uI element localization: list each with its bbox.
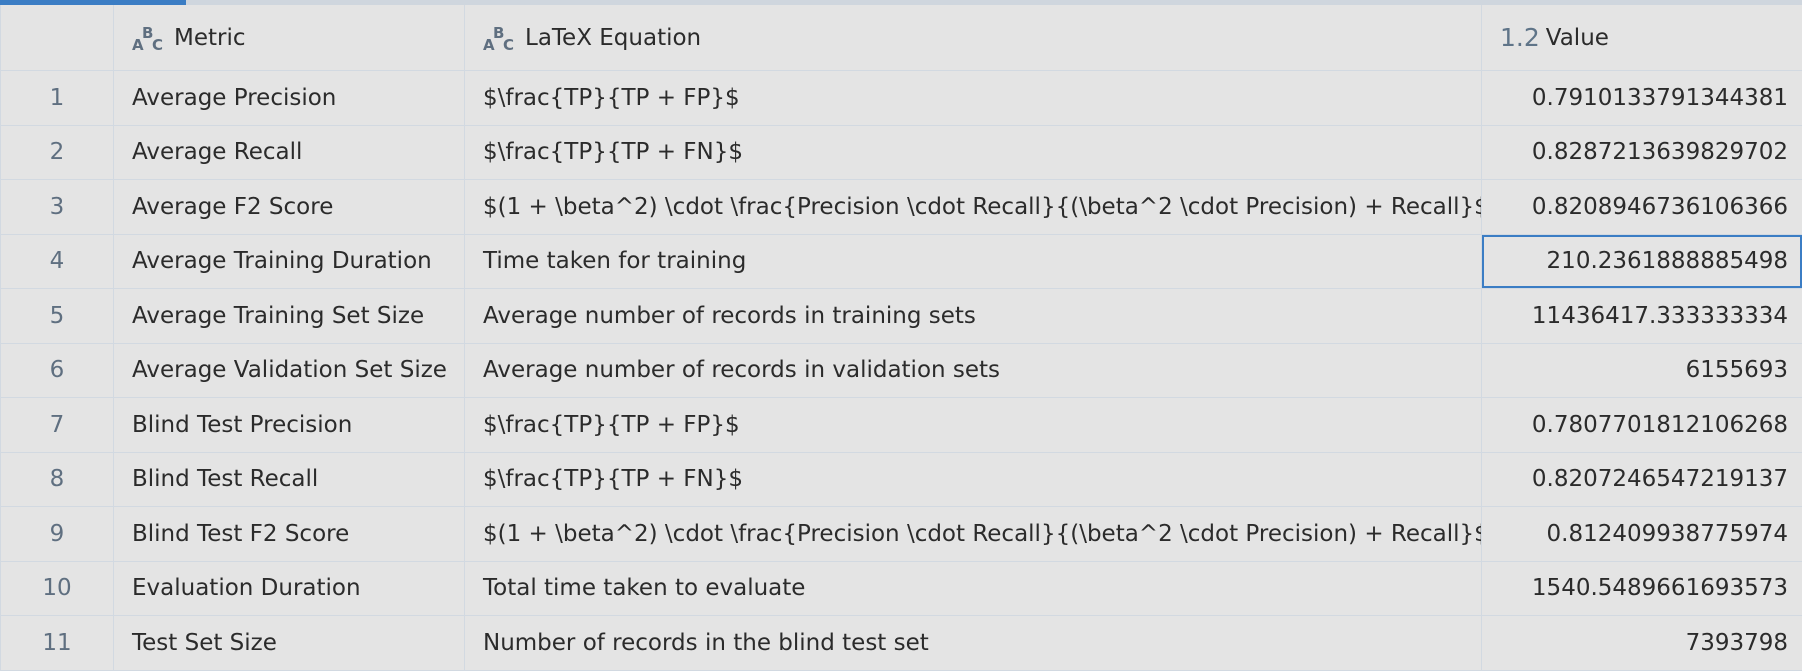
equation-cell[interactable]: Average number of records in validation … bbox=[465, 343, 1482, 397]
metric-cell[interactable]: Average Recall bbox=[114, 125, 465, 179]
equation-cell[interactable]: Number of records in the blind test set bbox=[465, 616, 1482, 670]
metric-cell[interactable]: Test Set Size bbox=[114, 616, 465, 670]
index-header[interactable] bbox=[0, 5, 114, 70]
equation-cell[interactable]: $(1 + \beta^2) \cdot \frac{Precision \cd… bbox=[465, 507, 1482, 561]
table-row: 2 Average Recall $\frac{TP}{TP + FN}$ 0.828… bbox=[0, 125, 1802, 180]
row-index[interactable]: 8 bbox=[0, 452, 114, 506]
row-index[interactable]: 4 bbox=[0, 234, 114, 288]
metric-cell[interactable]: Evaluation Duration bbox=[114, 561, 465, 615]
equation-cell[interactable]: $\frac{TP}{TP + FN}$ bbox=[465, 125, 1482, 179]
equation-header[interactable]: ABC LaTeX Equation bbox=[465, 5, 1482, 70]
metric-cell[interactable]: Blind Test Recall bbox=[114, 452, 465, 506]
header-row: ABC Metric ABC LaTeX Equation 1.2 Value bbox=[0, 5, 1802, 71]
value-cell[interactable]: 0.812409938775974 bbox=[1482, 507, 1802, 561]
value-header-label: Value bbox=[1545, 24, 1609, 51]
metric-cell[interactable]: Average F2 Score bbox=[114, 180, 465, 234]
equation-cell[interactable]: $\frac{TP}{TP + FP}$ bbox=[465, 398, 1482, 452]
metric-cell[interactable]: Average Validation Set Size bbox=[114, 343, 465, 397]
value-cell[interactable]: 11436417.333333334 bbox=[1482, 289, 1802, 343]
value-cell[interactable]: 0.8207246547219137 bbox=[1482, 453, 1802, 507]
value-header[interactable]: 1.2 Value bbox=[1482, 5, 1802, 70]
row-index[interactable]: 10 bbox=[0, 561, 114, 615]
metric-cell[interactable]: Average Training Duration bbox=[114, 234, 465, 288]
table-row: 4 Average Training Duration Time taken for… bbox=[0, 234, 1802, 289]
row-index[interactable]: 5 bbox=[0, 289, 114, 343]
table-row: 8 Blind Test Recall $\frac{TP}{TP + FN}$ 0.… bbox=[0, 452, 1802, 507]
number-type-icon: 1.2 bbox=[1500, 23, 1540, 52]
table-row: 7 Blind Test Precision $\frac{TP}{TP + FP}… bbox=[0, 398, 1802, 453]
equation-cell[interactable]: Time taken for training bbox=[465, 234, 1482, 288]
table-row: 1 Average Precision $\frac{TP}{TP + FP}$ 0.… bbox=[0, 71, 1802, 126]
row-index[interactable]: 1 bbox=[0, 71, 114, 125]
table-row: 6 Average Validation Set Size Average numb… bbox=[0, 343, 1802, 398]
metric-cell[interactable]: Blind Test F2 Score bbox=[114, 507, 465, 561]
text-type-icon: ABC bbox=[132, 23, 164, 54]
value-cell[interactable]: 0.8287213639829702 bbox=[1482, 126, 1802, 180]
equation-cell[interactable]: Total time taken to evaluate bbox=[465, 561, 1482, 615]
table-row: 9 Blind Test F2 Score $(1 + \beta^2) \cdot… bbox=[0, 507, 1802, 562]
value-cell[interactable]: 1540.5489661693573 bbox=[1482, 562, 1802, 616]
table-row: 3 Average F2 Score $(1 + \beta^2) \cdot \f… bbox=[0, 180, 1802, 235]
value-cell[interactable]: 7393798 bbox=[1482, 616, 1802, 670]
metric-cell[interactable]: Average Precision bbox=[114, 71, 465, 125]
row-index[interactable]: 6 bbox=[0, 343, 114, 397]
equation-cell[interactable]: $(1 + \beta^2) \cdot \frac{Precision \cd… bbox=[465, 180, 1482, 234]
metric-header[interactable]: ABC Metric bbox=[114, 5, 465, 70]
table-row: 10 Evaluation Duration Total time taken to… bbox=[0, 561, 1802, 616]
row-index[interactable]: 11 bbox=[0, 616, 114, 670]
row-index[interactable]: 2 bbox=[0, 125, 114, 179]
value-cell[interactable]: 0.8208946736106366 bbox=[1482, 180, 1802, 234]
table-row: 5 Average Training Set Size Average number… bbox=[0, 289, 1802, 344]
value-cell[interactable]: 0.7910133791344381 bbox=[1482, 71, 1802, 125]
value-cell[interactable]: 6155693 bbox=[1482, 344, 1802, 398]
value-cell[interactable]: 210.2361888885498 bbox=[1482, 234, 1802, 288]
equation-cell[interactable]: $\frac{TP}{TP + FP}$ bbox=[465, 71, 1482, 125]
metric-cell[interactable]: Average Training Set Size bbox=[114, 289, 465, 343]
row-index[interactable]: 3 bbox=[0, 180, 114, 234]
data-grid: ABC Metric ABC LaTeX Equation 1.2 Value … bbox=[0, 5, 1802, 671]
equation-cell[interactable]: $\frac{TP}{TP + FN}$ bbox=[465, 452, 1482, 506]
row-index[interactable]: 7 bbox=[0, 398, 114, 452]
equation-cell[interactable]: Average number of records in training se… bbox=[465, 289, 1482, 343]
metric-cell[interactable]: Blind Test Precision bbox=[114, 398, 465, 452]
value-cell[interactable]: 0.7807701812106268 bbox=[1482, 398, 1802, 452]
text-type-icon: ABC bbox=[483, 23, 515, 54]
equation-header-label: LaTeX Equation bbox=[525, 24, 702, 51]
table-row: 11 Test Set Size Number of records in the … bbox=[0, 616, 1802, 671]
metric-header-label: Metric bbox=[174, 24, 246, 51]
row-index[interactable]: 9 bbox=[0, 507, 114, 561]
